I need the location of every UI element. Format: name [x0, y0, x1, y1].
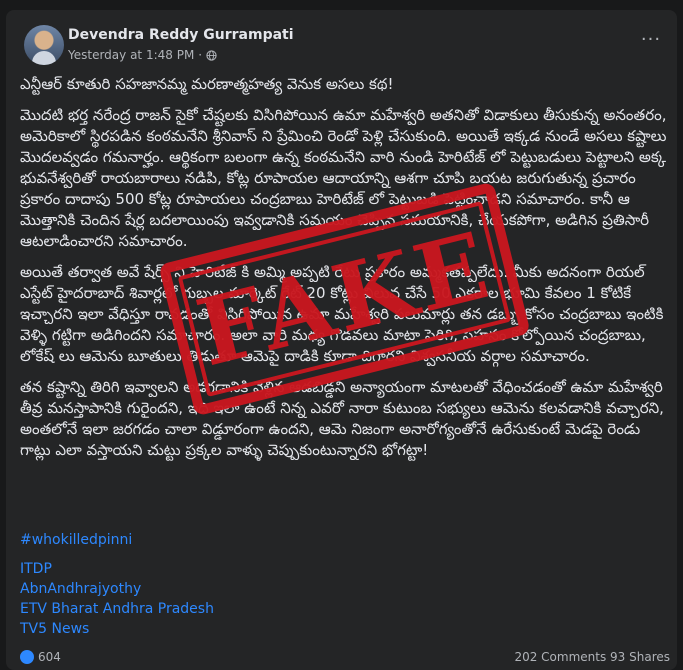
- tag-link-tv5[interactable]: TV5 News: [20, 619, 214, 639]
- tag-link-abn[interactable]: AbnAndhrajyothy: [20, 579, 214, 599]
- comments-shares-count[interactable]: 202 Comments 93 Shares: [514, 650, 670, 664]
- post-heading: ఎన్టీఆర్ కూతురి సహజానమ్మ మరణాత్మహత్య వెన…: [20, 75, 394, 93]
- post-meta: Yesterday at 1:48 PM ·: [68, 48, 217, 62]
- reactions-count: 604: [38, 650, 61, 664]
- more-options-button[interactable]: ···: [639, 31, 663, 50]
- like-reaction-icon: [20, 650, 34, 664]
- post-paragraph-3: తన కష్టాన్ని తిరిగి ఇవ్వాలని అడగడానికి వ…: [20, 378, 664, 459]
- reactions[interactable]: 604: [20, 650, 61, 664]
- tag-link-itdp[interactable]: ITDP: [20, 559, 214, 579]
- separator: ·: [198, 48, 203, 62]
- tag-link-etv[interactable]: ETV Bharat Andhra Pradesh: [20, 599, 214, 619]
- globe-icon: [206, 49, 217, 61]
- timestamp[interactable]: Yesterday at 1:48 PM: [68, 48, 194, 62]
- tag-links: ITDP AbnAndhrajyothy ETV Bharat Andhra P…: [20, 559, 214, 639]
- author-name[interactable]: Devendra Reddy Gurrampati: [68, 27, 294, 43]
- hashtag-link[interactable]: #whokilledpinni: [20, 532, 132, 548]
- avatar[interactable]: [24, 25, 64, 65]
